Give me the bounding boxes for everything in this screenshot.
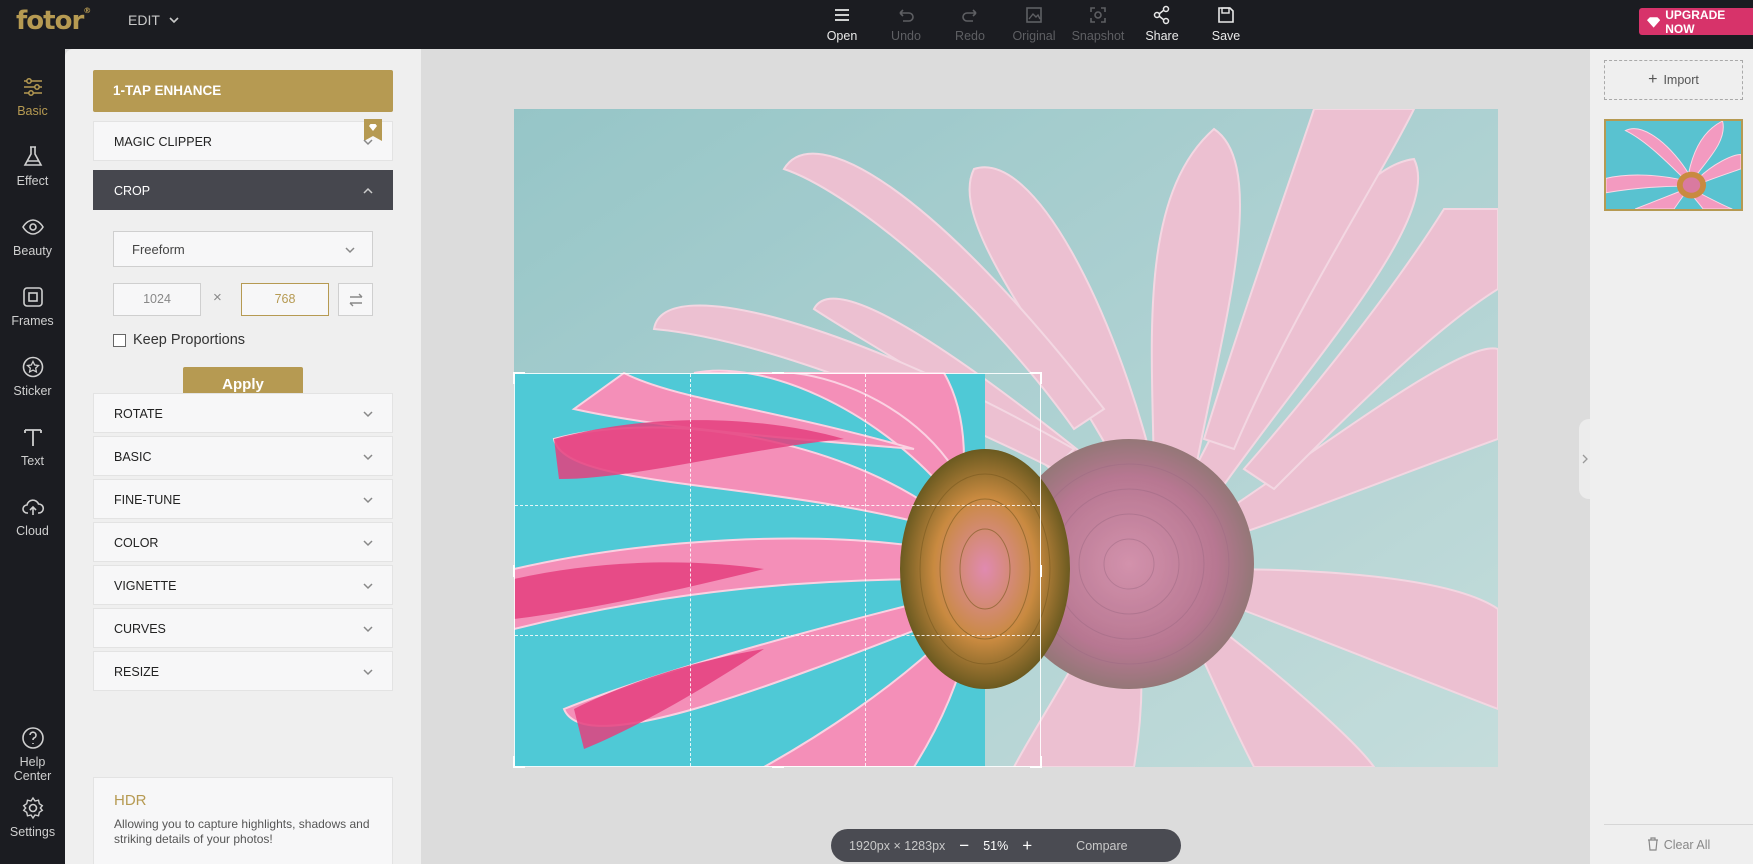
flask-icon: [23, 146, 42, 166]
toolbar: Open Undo Redo Original Snapshot Share S…: [810, 4, 1258, 43]
section-resize[interactable]: RESIZE: [93, 651, 393, 691]
image-size-label: 1920px × 1283px: [849, 838, 946, 853]
hdr-description: Allowing you to capture highlights, shad…: [114, 817, 370, 846]
one-tap-enhance-button[interactable]: 1-TAP ENHANCE: [93, 70, 393, 112]
rail-item-beauty[interactable]: Beauty: [0, 214, 65, 258]
clear-all-button[interactable]: Clear All: [1604, 824, 1753, 852]
section-crop[interactable]: CROP: [93, 170, 393, 210]
swap-icon: [349, 293, 363, 307]
flower-photo: [514, 109, 1498, 767]
help-icon: [21, 727, 44, 749]
chevron-down-icon: [363, 139, 373, 146]
rail-item-basic[interactable]: Basic: [0, 74, 65, 118]
import-button[interactable]: + Import: [1604, 60, 1743, 100]
section-curves[interactable]: CURVES: [93, 608, 393, 648]
star-circle-icon: [22, 356, 43, 378]
plus-icon: +: [1648, 71, 1658, 88]
chevron-down-icon: [345, 247, 355, 254]
crop-width-input[interactable]: 1024: [113, 283, 201, 316]
rail-item-sticker[interactable]: Sticker: [0, 354, 65, 398]
eye-icon: [21, 219, 44, 235]
compare-button[interactable]: Compare: [1076, 839, 1127, 853]
image-icon: [1026, 7, 1042, 23]
hdr-title: HDR: [114, 792, 147, 809]
photo-canvas[interactable]: [514, 109, 1498, 767]
tool-rail: Basic Effect Beauty Frames Sticker Text …: [0, 49, 65, 864]
zoom-in-button[interactable]: +: [1022, 836, 1032, 856]
chevron-down-icon: [363, 626, 373, 633]
swap-dimensions-button[interactable]: [338, 283, 373, 316]
chevron-down-icon: [363, 497, 373, 504]
save-button[interactable]: Save: [1194, 4, 1258, 43]
crop-height-input[interactable]: 768: [241, 283, 329, 316]
section-rotate[interactable]: ROTATE: [93, 393, 393, 433]
rail-item-cloud[interactable]: Cloud: [0, 494, 65, 538]
chevron-up-icon: [363, 187, 373, 194]
gear-icon: [22, 796, 43, 820]
section-fine-tune[interactable]: FINE-TUNE: [93, 479, 393, 519]
chevron-down-icon: [169, 17, 179, 24]
crop-ratio-select[interactable]: Freeform: [113, 231, 373, 267]
rail-item-help-center[interactable]: Help Center: [0, 725, 65, 783]
share-button[interactable]: Share: [1130, 4, 1194, 43]
snapshot-button[interactable]: Snapshot: [1066, 4, 1130, 43]
upgrade-now-button[interactable]: UPGRADE NOW: [1639, 8, 1753, 36]
rail-item-effect[interactable]: Effect: [0, 144, 65, 188]
chevron-down-icon: [363, 583, 373, 590]
hdr-card[interactable]: HDR Allowing you to capture highlights, …: [93, 777, 393, 864]
redo-button[interactable]: Redo: [938, 4, 1002, 43]
times-sign: ×: [213, 289, 222, 306]
edit-menu[interactable]: EDIT: [128, 12, 180, 28]
original-button[interactable]: Original: [1002, 4, 1066, 43]
diamond-icon: [1647, 16, 1661, 28]
cloud-upload-icon: [21, 499, 44, 515]
keep-proportions-checkbox[interactable]: Keep Proportions: [113, 332, 245, 348]
section-basic[interactable]: BASIC: [93, 436, 393, 476]
zoom-bar: 1920px × 1283px − 51% + Compare: [831, 829, 1181, 862]
undo-icon: [899, 9, 914, 22]
frame-icon: [22, 287, 43, 307]
text-icon: [23, 429, 42, 446]
sliders-icon: [23, 78, 42, 96]
fotor-logo[interactable]: fotor®: [16, 6, 91, 36]
canvas-area: 1920px × 1283px − 51% + Compare: [421, 49, 1591, 864]
menu-icon: [835, 9, 849, 21]
image-list-panel: + Import Clear All: [1590, 49, 1753, 864]
section-color[interactable]: COLOR: [93, 522, 393, 562]
save-icon: [1218, 7, 1234, 23]
share-icon: [1153, 5, 1170, 25]
rail-item-settings[interactable]: Settings: [0, 795, 65, 839]
chevron-down-icon: [363, 454, 373, 461]
rail-item-text[interactable]: Text: [0, 424, 65, 468]
trash-icon: [1647, 837, 1658, 851]
checkbox-box[interactable]: [113, 333, 126, 347]
image-thumbnail[interactable]: [1604, 119, 1743, 211]
edit-menu-label: EDIT: [128, 12, 160, 28]
zoom-level: 51%: [983, 838, 1009, 853]
rail-item-frames[interactable]: Frames: [0, 284, 65, 328]
chevron-down-icon: [363, 411, 373, 418]
chevron-down-icon: [363, 540, 373, 547]
zoom-out-button[interactable]: −: [959, 836, 969, 856]
undo-button[interactable]: Undo: [874, 4, 938, 43]
thumbnail-image: [1606, 121, 1741, 209]
redo-icon: [962, 9, 977, 22]
chevron-down-icon: [363, 669, 373, 676]
open-button[interactable]: Open: [810, 4, 874, 43]
section-vignette[interactable]: VIGNETTE: [93, 565, 393, 605]
adjust-panel: 1-TAP ENHANCE MAGIC CLIPPER CROP Freefor…: [65, 49, 421, 864]
section-magic-clipper[interactable]: MAGIC CLIPPER: [93, 119, 393, 161]
top-bar: fotor® EDIT Open Undo Redo Original Snap…: [0, 0, 1753, 49]
snapshot-icon: [1090, 7, 1106, 23]
